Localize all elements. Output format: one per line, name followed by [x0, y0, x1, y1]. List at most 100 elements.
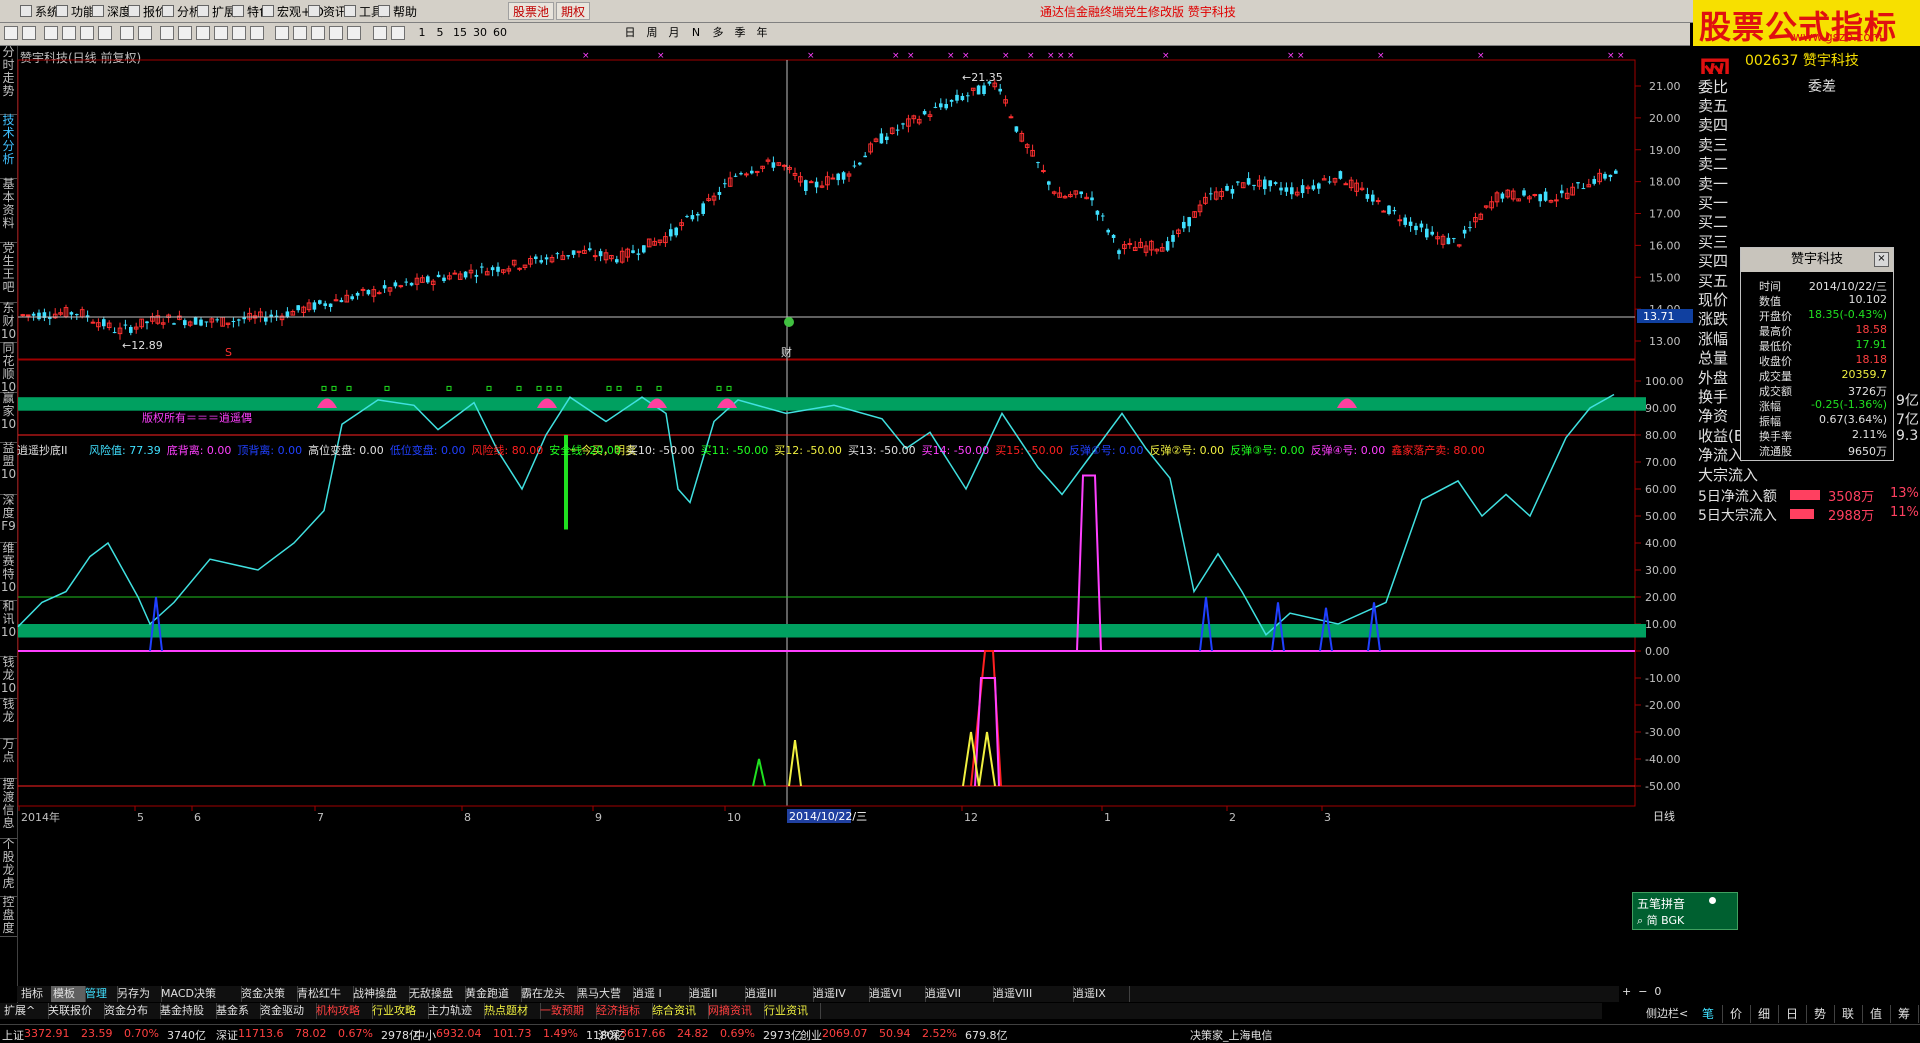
rotate-icon[interactable] — [250, 26, 264, 40]
indicator-tab-1[interactable]: 模板 — [51, 986, 86, 1002]
feature-tab-10[interactable]: 一致预期 — [538, 1003, 597, 1019]
feature-tab-14[interactable]: 行业资讯 — [762, 1003, 821, 1019]
quote-tab-6[interactable]: 值 — [1862, 1005, 1891, 1023]
quote-tab-5[interactable]: 联 — [1834, 1005, 1863, 1023]
sidebar-tab-13[interactable]: 万点 — [0, 738, 17, 779]
indicator-tab-11[interactable]: 黑马大营 — [575, 986, 634, 1002]
formula-icon[interactable] — [373, 26, 387, 40]
sidebar-tab-0[interactable]: 分时走势 — [0, 46, 17, 115]
rsi-icon[interactable] — [293, 26, 307, 40]
menu-item-2[interactable]: 深度 — [92, 3, 131, 20]
sidebar-tab-7[interactable]: 益盟10 — [0, 442, 17, 495]
indicator-tab-7[interactable]: 战神操盘 — [351, 986, 410, 1002]
feature-tab-2[interactable]: 资金分布 — [102, 1003, 161, 1019]
indicator-tab-6[interactable]: 青松红牛 — [295, 986, 354, 1002]
sidebar-tab-10[interactable]: 和讯10 — [0, 600, 17, 657]
period2-2[interactable]: 月 — [666, 25, 682, 41]
quote-tab-0[interactable]: 笔 — [1694, 1005, 1723, 1023]
feature-tab-11[interactable]: 经济指标 — [594, 1003, 653, 1019]
feature-tab-3[interactable]: 基金持股 — [158, 1003, 217, 1019]
sidebar-tab-16[interactable]: 控盘度 — [0, 896, 17, 937]
sidebar-tab-6[interactable]: 赢家10 — [0, 392, 17, 443]
indicator-tab-4[interactable]: MACD决策 — [159, 986, 242, 1002]
zoom-controls[interactable]: + − 0 — [1622, 985, 1682, 1001]
period-15[interactable]: 15 — [452, 25, 468, 41]
indicator-tab-2[interactable]: 管理 — [83, 986, 118, 1002]
magnifier-icon[interactable]: ⌕ — [1637, 914, 1647, 927]
menu-item-5[interactable]: 扩展 — [197, 3, 236, 20]
period-30[interactable]: 30 — [472, 25, 488, 41]
period2-4[interactable]: 多 — [710, 25, 726, 41]
indicator-tab-16[interactable]: 逍遥VI — [867, 986, 926, 1002]
feature-tab-4[interactable]: 基金系 — [214, 1003, 261, 1019]
input-method-widget[interactable]: 五笔拼音 ⌕ 简 BGK — [1632, 892, 1738, 930]
sidebar-tab-5[interactable]: 同花顺10 — [0, 342, 17, 394]
sidebar-tab-9[interactable]: 维赛特10 — [0, 542, 17, 601]
period2-6[interactable]: 年 — [754, 25, 770, 41]
minute-icon[interactable] — [160, 26, 174, 40]
forward-arrow-icon[interactable] — [22, 26, 36, 40]
sidebar-tab-14[interactable]: 摆渡信息 — [0, 778, 17, 839]
feature-tab-0[interactable]: 扩展^ — [2, 1003, 49, 1019]
table-icon[interactable] — [178, 26, 192, 40]
zoom-icon[interactable] — [347, 26, 361, 40]
kline-icon[interactable] — [120, 26, 134, 40]
sidebar-tab-4[interactable]: 东财10 — [0, 302, 17, 343]
sidebar-tab-8[interactable]: 深度F9 — [0, 494, 17, 543]
indicator-tab-14[interactable]: 逍遥III — [743, 986, 814, 1002]
sidebar-tab-1[interactable]: 技术分析 — [0, 114, 17, 179]
indicator-tab-8[interactable]: 无敌操盘 — [407, 986, 466, 1002]
indicator-tab-3[interactable]: 另存为 — [115, 986, 162, 1002]
detail-icon[interactable] — [232, 26, 246, 40]
menu-item-8[interactable]: 资讯 — [308, 3, 347, 20]
quote-tab-4[interactable]: 势 — [1806, 1005, 1835, 1023]
info-title[interactable]: 赞宇科技 — [1741, 248, 1893, 272]
menu-item-0[interactable]: 系统 — [20, 3, 59, 20]
bar-chart-icon[interactable] — [138, 26, 152, 40]
menu-item-1[interactable]: 功能 — [56, 3, 95, 20]
sidebar-tab-2[interactable]: 基本资料 — [0, 178, 17, 243]
compare-icon[interactable] — [214, 26, 228, 40]
sidebar-tab-15[interactable]: 个股龙虎 — [0, 838, 17, 897]
indicator-tab-12[interactable]: 逍遥 I — [631, 986, 690, 1002]
menu-item-10[interactable]: 帮助 — [378, 3, 417, 20]
period2-3[interactable]: N — [688, 25, 704, 41]
feature-tab-5[interactable]: 资金驱动 — [258, 1003, 317, 1019]
sidebar-toggle[interactable]: 侧边栏< — [1646, 1005, 1688, 1021]
indicator-tab-17[interactable]: 逍遥VII — [923, 986, 994, 1002]
main-chart-area[interactable]: 21.0020.0019.0018.0017.0016.0015.0014.00… — [17, 46, 1696, 996]
stockpool-tab[interactable]: 股票池 — [508, 2, 555, 20]
period-1[interactable]: 1 — [414, 25, 430, 41]
crosshair-info-window[interactable]: 赞宇科技 × 时间 2014/10/22/三 数值 10.102 开盘价 18.35(-0… — [1740, 247, 1894, 461]
board-icon[interactable] — [196, 26, 210, 40]
quote-tab-2[interactable]: 细 — [1750, 1005, 1779, 1023]
quote-tab-7[interactable]: 筹 — [1890, 1005, 1919, 1023]
feature-tab-6[interactable]: 机构攻略 — [314, 1003, 373, 1019]
feature-tab-12[interactable]: 综合资讯 — [650, 1003, 709, 1019]
feature-tab-13[interactable]: 网摘资讯 — [706, 1003, 765, 1019]
menu-item-4[interactable]: 分析 — [162, 3, 201, 20]
close-icon[interactable]: × — [1874, 252, 1889, 267]
search-icon[interactable] — [98, 26, 112, 40]
quote-tab-1[interactable]: 价 — [1722, 1005, 1751, 1023]
sidebar-tab-12[interactable]: 钱龙 — [0, 698, 17, 739]
indicator-tab-9[interactable]: 黄金跑道 — [463, 986, 522, 1002]
move-icon[interactable] — [329, 26, 343, 40]
chart-icon[interactable] — [44, 26, 58, 40]
sidebar-tab-3[interactable]: 党生王吧 — [0, 242, 17, 303]
grid-icon[interactable] — [80, 26, 94, 40]
indicator-tab-18[interactable]: 逍遥VIII — [991, 986, 1074, 1002]
indicator-tab-13[interactable]: 逍遥II — [687, 986, 746, 1002]
draw-icon[interactable] — [391, 26, 405, 40]
feature-tab-7[interactable]: 行业攻略 — [370, 1003, 429, 1019]
line-icon[interactable] — [275, 26, 289, 40]
feature-tab-1[interactable]: 关联报价 — [46, 1003, 105, 1019]
options-tab[interactable]: 期权 — [556, 2, 591, 20]
indicator-tab-15[interactable]: 逍遥IV — [811, 986, 870, 1002]
period2-5[interactable]: 季 — [732, 25, 748, 41]
indicator-tab-5[interactable]: 资金决策 — [239, 986, 298, 1002]
period-60[interactable]: 60 — [492, 25, 508, 41]
sidebar-tab-11[interactable]: 钱龙10 — [0, 656, 17, 699]
feature-tab-8[interactable]: 主力轨迹 — [426, 1003, 485, 1019]
feature-tab-9[interactable]: 热点题材 — [482, 1003, 541, 1019]
